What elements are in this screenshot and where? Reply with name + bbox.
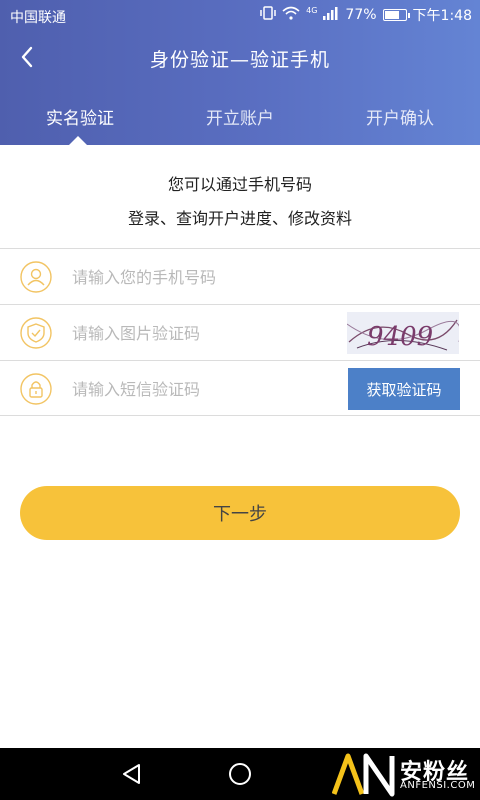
tab-open-account[interactable]: 开立账户 — [160, 90, 320, 145]
intro-line-1: 您可以通过手机号码 — [167, 175, 312, 194]
system-nav-bar: 安粉丝 ANFENSI.COM — [0, 748, 480, 800]
shield-icon — [20, 317, 52, 349]
active-tab-indicator — [68, 136, 88, 146]
captcha-digits: 9409 — [367, 322, 433, 352]
intro-text: 您可以通过手机号码 登录、查询开户进度、修改资料 — [0, 168, 480, 236]
carrier-label: 中国联通 — [10, 10, 66, 26]
status-right-group: 4G 77% 下午1:48 — [260, 5, 472, 25]
network-type-label: 4G — [306, 5, 318, 15]
next-step-button[interactable]: 下一步 — [20, 486, 460, 540]
an-logo-icon — [331, 753, 395, 797]
triangle-back-icon[interactable] — [120, 762, 144, 786]
intro-line-2: 登录、查询开户进度、修改资料 — [127, 209, 352, 228]
verify-form: 9409 获取验证码 — [0, 248, 480, 416]
sms-input[interactable] — [72, 375, 332, 403]
watermark-logo: 安粉丝 ANFENSI.COM — [331, 750, 478, 798]
get-sms-code-button[interactable]: 获取验证码 — [348, 368, 460, 410]
captcha-image[interactable]: 9409 — [347, 312, 459, 354]
navbar: 身份验证—验证手机 — [0, 30, 480, 88]
status-bar: 中国联通 4G 77% 下午1:48 — [0, 0, 480, 30]
wifi-icon — [282, 6, 300, 24]
signal-icon — [323, 6, 339, 24]
tab-confirm[interactable]: 开户确认 — [320, 90, 480, 145]
header-background: 中国联通 4G 77% 下午1:48 身份验证—验证手机 实名验证 开立账户 开… — [0, 0, 480, 146]
phone-input[interactable] — [72, 263, 332, 291]
clock: 下午1:48 — [412, 8, 472, 24]
battery-percent: 77% — [345, 7, 377, 23]
phone-row — [0, 248, 480, 304]
vibrate-icon — [260, 6, 276, 24]
battery-fill — [384, 11, 400, 19]
page-title: 身份验证—验证手机 — [149, 49, 330, 71]
user-icon — [20, 261, 52, 293]
watermark-sub: ANFENSI.COM — [400, 780, 476, 791]
circle-home-icon[interactable] — [228, 762, 252, 786]
battery-icon — [382, 9, 410, 21]
captcha-input[interactable] — [72, 319, 332, 347]
lock-icon — [20, 373, 52, 405]
